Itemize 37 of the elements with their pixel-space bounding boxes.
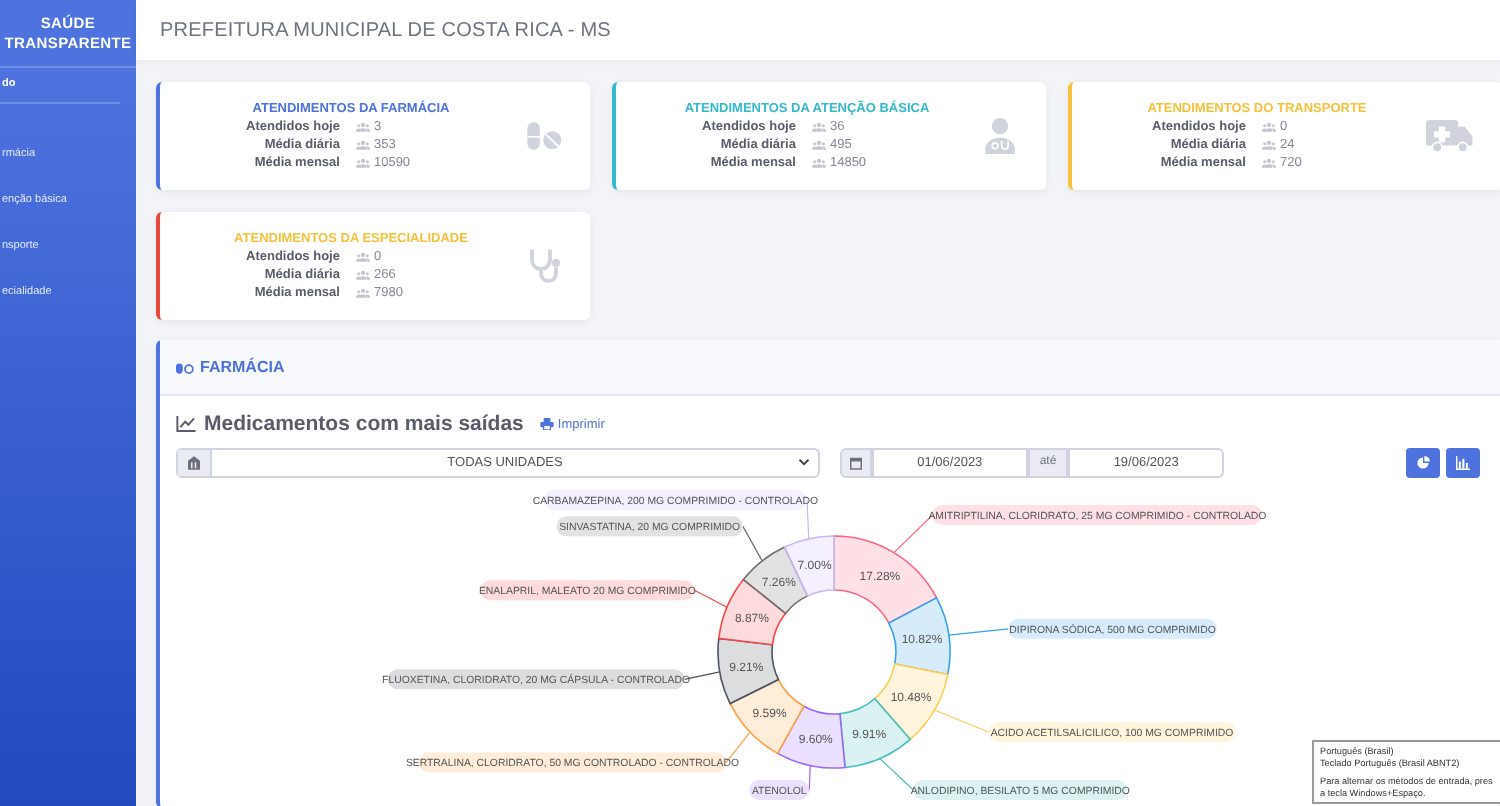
chart-title: Medicamentos com mais saídas (204, 412, 524, 436)
users-icon (811, 140, 826, 150)
pie-chart-icon (1416, 455, 1430, 469)
leader-line (693, 589, 728, 608)
bar-chart-icon (1456, 455, 1470, 469)
users-icon (355, 252, 370, 262)
leader-line (879, 757, 914, 791)
users-icon (355, 270, 370, 280)
calendar-icon (850, 455, 862, 469)
line-chart-icon (176, 416, 196, 432)
panel-title: FARMÁCIA (200, 358, 285, 376)
leader-line (806, 499, 810, 540)
pills-icon (176, 361, 194, 373)
building-icon (188, 455, 200, 469)
bar-chart-button[interactable] (1446, 447, 1480, 477)
leader-line (808, 764, 811, 791)
doctor-icon (982, 118, 1018, 154)
users-icon (1261, 158, 1276, 168)
leader-line (948, 628, 1009, 636)
leader-line (742, 525, 763, 562)
pie-chart-button[interactable] (1406, 447, 1440, 477)
chevron-down-icon (798, 458, 810, 466)
users-icon (355, 140, 370, 150)
users-icon (355, 122, 370, 132)
pills-icon (526, 118, 562, 154)
page-title: PREFEITURA MUNICIPAL DE COSTA RICA - MS (160, 19, 611, 41)
users-icon (355, 288, 370, 298)
donut-slice[interactable] (717, 637, 780, 705)
users-icon (355, 158, 370, 168)
printer-icon (539, 418, 554, 430)
users-icon (1261, 140, 1276, 150)
users-icon (811, 122, 826, 132)
users-icon (811, 158, 826, 168)
ambulance-icon (1426, 118, 1474, 154)
users-icon (1261, 122, 1276, 132)
leader-line (933, 709, 990, 733)
stethoscope-icon (526, 248, 562, 284)
